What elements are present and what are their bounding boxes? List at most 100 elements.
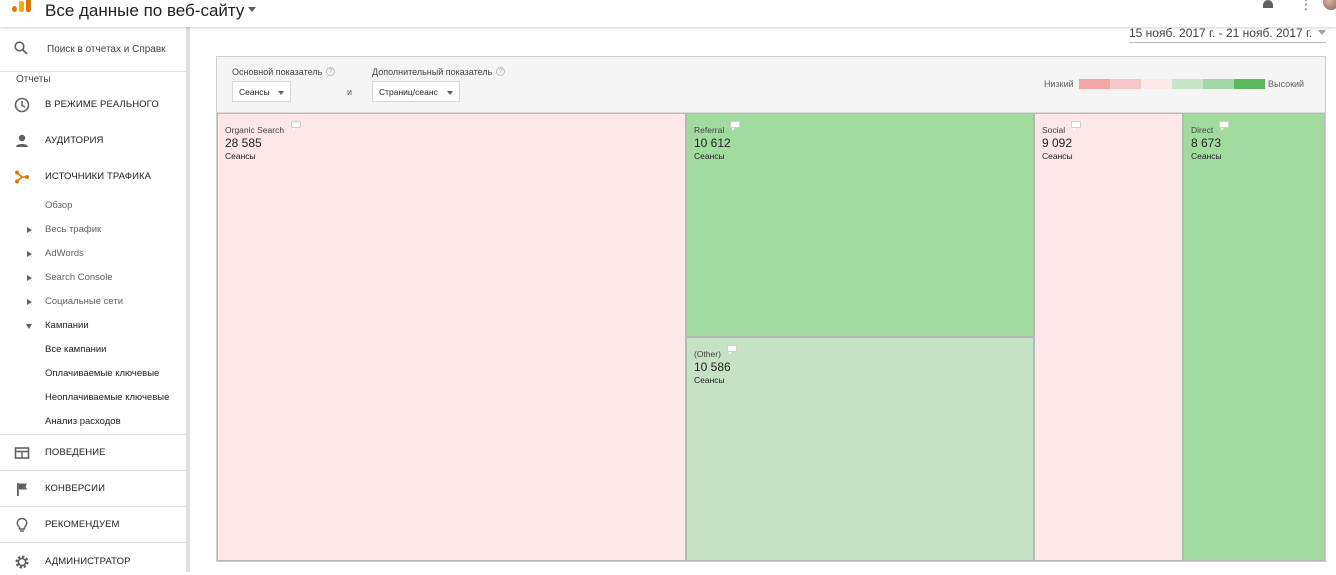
primary-metric-value: Сеансы	[239, 87, 270, 97]
tile-value: 10 612	[694, 136, 731, 150]
sidebar-subitem-label: Все кампании	[45, 344, 107, 355]
legend-swatch	[1110, 79, 1141, 89]
treemap-tile-other[interactable]: (Other) 10 586 Сеансы	[686, 337, 1034, 561]
bell-icon[interactable]	[1263, 0, 1273, 8]
legend-swatch	[1079, 79, 1110, 89]
color-scale-legend	[1079, 79, 1265, 89]
chevron-down-icon	[447, 91, 453, 95]
sidebar-item-conversions[interactable]: КОНВЕРСИИ	[0, 474, 186, 502]
sidebar-item-admin[interactable]: АДМИНИСТРАТОР	[0, 547, 186, 575]
secondary-metric-label-text: Дополнительный показатель	[372, 67, 493, 77]
lightbulb-icon	[16, 517, 28, 532]
tile-name: Organic Search	[225, 125, 285, 135]
legend-swatch	[1203, 79, 1234, 89]
tile-metric: Сеансы	[694, 151, 725, 161]
person-icon	[16, 134, 28, 147]
sidebar-subitem-organic-keywords[interactable]: Неоплачиваемые ключевые	[0, 387, 186, 409]
treemap: Organic Search 28 585 Сеансы Referral 10…	[217, 113, 1325, 561]
sidebar-item-behavior[interactable]: ПОВЕДЕНИЕ	[0, 438, 186, 466]
legend-high-label: Высокий	[1268, 79, 1305, 89]
legend-low-label: Низкий	[1044, 79, 1074, 89]
sidebar-subitem-adwords[interactable]: AdWords	[0, 243, 186, 265]
date-range-picker[interactable]: 15 нояб. 2017 г. - 21 нояб. 2017 г.	[1129, 26, 1327, 43]
sidebar-subitem-search-console[interactable]: Search Console	[0, 267, 186, 289]
tile-metric: Сеансы	[1042, 151, 1073, 161]
caret-down-icon	[26, 324, 32, 329]
sidebar-item-label: КОНВЕРСИИ	[45, 483, 105, 494]
secondary-metric-value: Страниц/сеанс	[379, 87, 438, 97]
secondary-metric-label: Дополнительный показатель?	[372, 67, 506, 77]
tile-metric: Сеансы	[1191, 151, 1222, 161]
tile-value: 9 092	[1042, 136, 1073, 150]
tile-value: 28 585	[225, 136, 262, 150]
sidebar-item-acquisition[interactable]: ИСТОЧНИКИ ТРАФИКА	[0, 162, 186, 190]
date-range-text: 15 нояб. 2017 г. - 21 нояб. 2017 г.	[1129, 26, 1313, 40]
reports-section-label: Отчеты	[16, 74, 51, 85]
sidebar-search[interactable]: Поиск в отчетах и Справк	[0, 27, 186, 72]
sidebar-subitem-all-campaigns[interactable]: Все кампании	[0, 339, 186, 361]
sidebar-item-discover[interactable]: РЕКОМЕНДУЕМ	[0, 510, 186, 538]
caret-right-icon	[27, 227, 32, 233]
caret-right-icon	[27, 275, 32, 281]
sidebar-subitem-label: Search Console	[45, 272, 113, 283]
primary-metric-label: Основной показатель?	[232, 67, 336, 77]
annotation-icon[interactable]	[291, 121, 301, 131]
chevron-down-icon	[278, 91, 284, 95]
annotation-icon[interactable]	[1071, 121, 1081, 131]
avatar[interactable]	[1323, 0, 1336, 10]
top-bar: Все данные по веб-сайту ⋮	[0, 0, 1336, 27]
sidebar-subitem-label: Оплачиваемые ключевые	[45, 368, 160, 379]
sidebar-item-label: АДМИНИСТРАТОР	[45, 556, 131, 567]
treemap-tile-social[interactable]: Social 9 092 Сеансы	[1034, 113, 1183, 561]
sidebar-subitem-label: Весь трафик	[45, 224, 102, 235]
sidebar-subitem-label: Кампании	[45, 320, 89, 331]
help-icon[interactable]: ?	[496, 67, 506, 76]
clock-icon	[14, 97, 30, 113]
sidebar-item-label: АУДИТОРИЯ	[45, 135, 104, 146]
sidebar: Поиск в отчетах и Справк Отчеты В РЕЖИМЕ…	[0, 27, 190, 572]
chevron-down-icon	[1318, 30, 1327, 36]
search-icon	[14, 41, 28, 55]
sidebar-subitem-label: Обзор	[45, 200, 73, 211]
search-input[interactable]: Поиск в отчетах и Справк	[47, 44, 166, 55]
acquisition-icon	[15, 170, 29, 184]
tile-value: 8 673	[1191, 136, 1222, 150]
caret-right-icon	[27, 251, 32, 257]
treemap-tile-direct[interactable]: Direct 8 673 Сеансы	[1183, 113, 1325, 561]
annotation-icon[interactable]	[730, 121, 740, 131]
sidebar-subitem-all-traffic[interactable]: Весь трафик	[0, 219, 186, 241]
sidebar-subitem-overview[interactable]: Обзор	[0, 195, 186, 217]
sidebar-item-audience[interactable]: АУДИТОРИЯ	[0, 126, 186, 154]
sidebar-divider	[0, 434, 186, 435]
secondary-metric-select[interactable]: Страниц/сеанс	[372, 81, 460, 102]
treemap-tile-organic-search[interactable]: Organic Search 28 585 Сеансы	[217, 113, 686, 561]
primary-metric-label-text: Основной показатель	[232, 67, 323, 77]
more-vert-icon[interactable]: ⋮	[1299, 0, 1313, 11]
tile-name: Direct	[1191, 125, 1214, 135]
sidebar-divider	[0, 506, 186, 507]
sidebar-item-label: РЕКОМЕНДУЕМ	[45, 519, 120, 530]
sidebar-item-label: ПОВЕДЕНИЕ	[45, 447, 106, 458]
sidebar-divider	[0, 542, 186, 543]
treemap-tile-referral[interactable]: Referral 10 612 Сеансы	[686, 113, 1034, 337]
legend-swatch	[1141, 79, 1172, 89]
caret-right-icon	[27, 299, 32, 305]
sidebar-item-realtime[interactable]: В РЕЖИМЕ РЕАЛЬНОГО	[0, 90, 186, 118]
annotation-icon[interactable]	[1219, 121, 1229, 131]
property-title: Все данные по веб-сайту	[45, 1, 245, 20]
gear-icon	[15, 555, 29, 569]
sidebar-subitem-cost-analysis[interactable]: Анализ расходов	[0, 411, 186, 433]
tile-name: (Other)	[694, 349, 721, 359]
help-icon[interactable]: ?	[326, 67, 336, 76]
sidebar-subitem-label: AdWords	[45, 248, 84, 259]
annotation-icon[interactable]	[727, 345, 737, 355]
sidebar-item-label: В РЕЖИМЕ РЕАЛЬНОГО	[45, 99, 159, 110]
sidebar-subitem-paid-keywords[interactable]: Оплачиваемые ключевые	[0, 363, 186, 385]
sidebar-subitem-social[interactable]: Социальные сети	[0, 291, 186, 313]
sidebar-subitem-label: Анализ расходов	[45, 416, 121, 427]
tile-metric: Сеансы	[694, 375, 725, 385]
property-selector[interactable]: Все данные по веб-сайту	[45, 1, 257, 21]
primary-metric-select[interactable]: Сеансы	[232, 81, 291, 102]
sidebar-subitem-campaigns[interactable]: Кампании	[0, 315, 186, 337]
treemap-controls: Основной показатель? Сеансы и Дополнител…	[217, 57, 1325, 113]
